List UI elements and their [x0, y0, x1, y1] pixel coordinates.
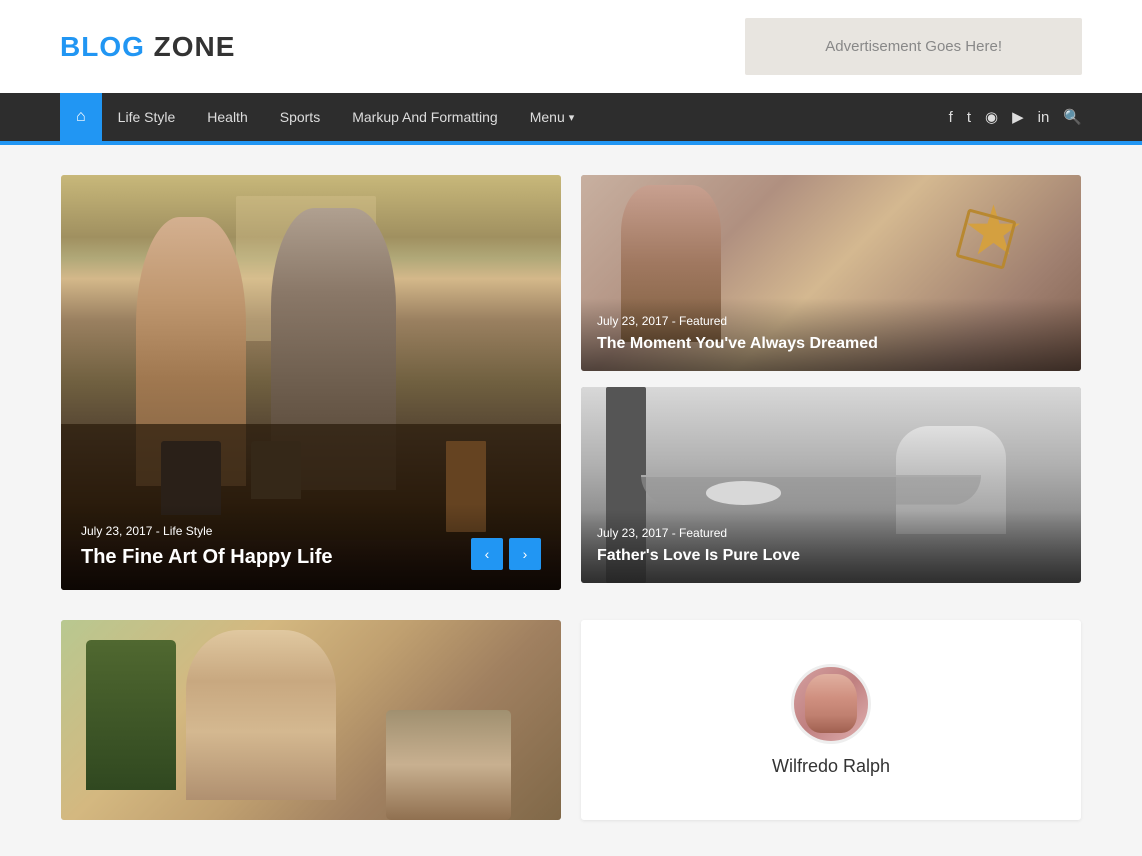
- featured-large-post[interactable]: July 23, 2017 - Life Style The Fine Art …: [61, 175, 561, 590]
- youtube-icon[interactable]: ▶: [1012, 108, 1024, 126]
- carousel-arrows: ‹ ›: [471, 538, 541, 570]
- right-post-1[interactable]: July 23, 2017 - Featured The Moment You'…: [581, 175, 1081, 371]
- right-post-2-meta: July 23, 2017 - Featured: [597, 526, 1065, 540]
- site-logo[interactable]: BLOG ZONE: [60, 31, 235, 63]
- right-post-1-meta: July 23, 2017 - Featured: [597, 314, 1065, 328]
- nav-left: ⌂ Life Style Health Sports Markup And Fo…: [60, 93, 590, 141]
- right-post-2[interactable]: July 23, 2017 - Featured Father's Love I…: [581, 387, 1081, 583]
- facebook-icon[interactable]: f: [949, 109, 953, 126]
- next-arrow-button[interactable]: ›: [509, 538, 541, 570]
- site-header: BLOG ZONE Advertisement Goes Here!: [0, 0, 1142, 93]
- right-posts-column: July 23, 2017 - Featured The Moment You'…: [581, 175, 1081, 590]
- right-post-2-overlay: July 23, 2017 - Featured Father's Love I…: [581, 510, 1081, 583]
- menu-label: Menu: [530, 109, 565, 125]
- twitter-icon[interactable]: t: [967, 109, 971, 126]
- nav-social-icons: f t ◉ ▶ in 🔍: [949, 108, 1082, 126]
- bottom-left-post[interactable]: [61, 620, 561, 820]
- author-widget: Wilfredo Ralph: [581, 620, 1081, 820]
- featured-post-meta: July 23, 2017 - Life Style: [81, 524, 541, 538]
- bottom-content-row: Wilfredo Ralph: [41, 620, 1101, 820]
- nav-item-sports[interactable]: Sports: [264, 93, 336, 141]
- main-content: July 23, 2017 - Life Style The Fine Art …: [41, 175, 1101, 590]
- search-icon[interactable]: 🔍: [1063, 108, 1082, 126]
- linkedin-icon[interactable]: in: [1038, 109, 1050, 126]
- advertisement-banner: Advertisement Goes Here!: [745, 18, 1082, 75]
- nav-item-health[interactable]: Health: [191, 93, 263, 141]
- logo-dark: ZONE: [145, 31, 236, 62]
- nav-home-button[interactable]: ⌂: [60, 93, 102, 141]
- right-post-1-overlay: July 23, 2017 - Featured The Moment You'…: [581, 298, 1081, 371]
- prev-arrow-button[interactable]: ‹: [471, 538, 503, 570]
- logo-blue: BLOG: [60, 31, 145, 62]
- author-name: Wilfredo Ralph: [772, 756, 890, 777]
- author-avatar: [791, 664, 871, 744]
- chevron-down-icon: ▾: [569, 111, 575, 124]
- main-nav: ⌂ Life Style Health Sports Markup And Fo…: [0, 93, 1142, 141]
- right-post-1-title: The Moment You've Always Dreamed: [597, 334, 1065, 355]
- nav-item-markup[interactable]: Markup And Formatting: [336, 93, 514, 141]
- blue-accent-bar: [0, 141, 1142, 145]
- right-post-2-title: Father's Love Is Pure Love: [597, 546, 1065, 567]
- nav-item-lifestyle[interactable]: Life Style: [102, 93, 192, 141]
- instagram-icon[interactable]: ◉: [985, 108, 998, 126]
- nav-item-menu[interactable]: Menu ▾: [514, 93, 591, 141]
